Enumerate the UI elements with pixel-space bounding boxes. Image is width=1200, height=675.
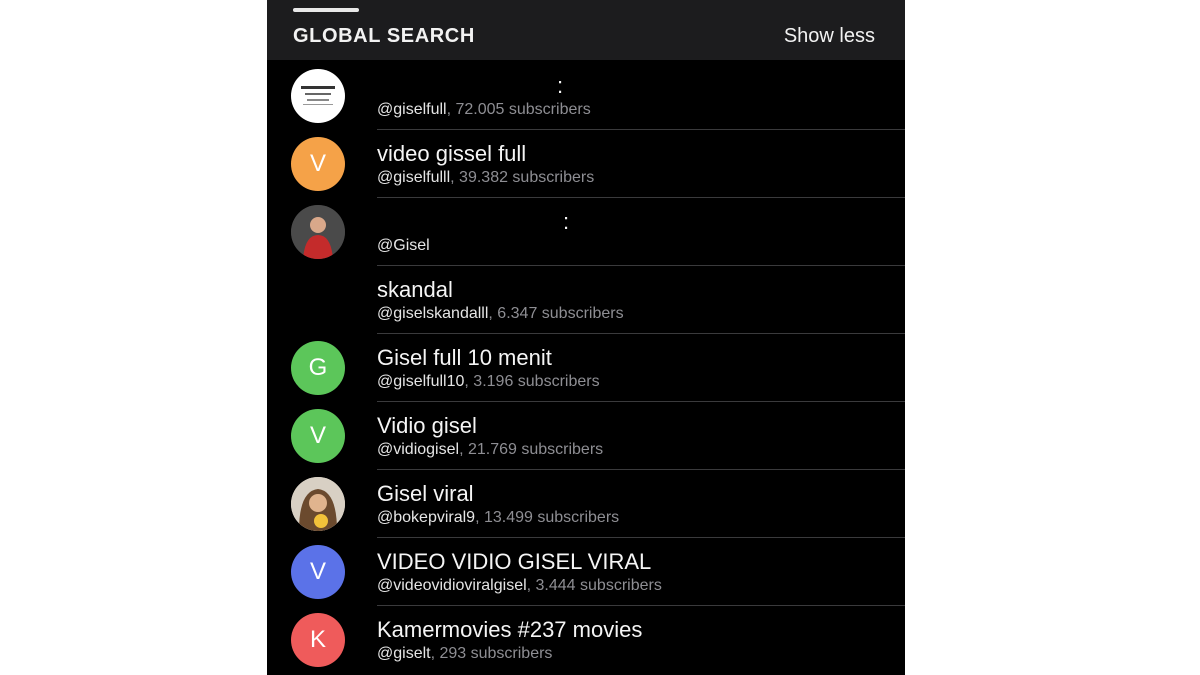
show-less-button[interactable]: Show less	[784, 25, 875, 48]
list-item[interactable]: : @Gisel	[267, 198, 905, 266]
avatar: V	[291, 409, 345, 463]
list-item[interactable]: V video gissel full @giselfulll, 39.382 …	[267, 130, 905, 198]
section-title: GLOBAL SEARCH	[293, 25, 475, 47]
avatar: G	[291, 341, 345, 395]
channel-name: :	[557, 73, 564, 98]
search-header: GLOBAL SEARCH Show less	[267, 0, 905, 60]
channel-name: skandal	[377, 277, 453, 302]
channel-name: Gisel viral	[377, 481, 474, 506]
avatar	[291, 273, 345, 327]
list-item[interactable]: G Gisel full 10 menit @giselfull10, 3.19…	[267, 334, 905, 402]
list-item[interactable]: : @giselfull, 72.005 subscribers	[267, 62, 905, 130]
avatar	[291, 477, 345, 531]
channel-meta: @giselt, 293 subscribers	[377, 645, 553, 662]
channel-meta: @vidiogisel, 21.769 subscribers	[377, 441, 604, 458]
channel-meta: @videovidioviralgisel, 3.444 subscribers	[377, 577, 662, 594]
drag-handle[interactable]	[293, 8, 359, 12]
channel-name: Kamermovies #237 movies	[377, 617, 643, 642]
channel-name: video gissel full	[377, 141, 527, 166]
list-item[interactable]: Gisel viral @bokepviral9, 13.499 subscri…	[267, 470, 905, 538]
avatar: V	[291, 137, 345, 191]
search-panel: GLOBAL SEARCH Show less : @giselfull, 72…	[267, 0, 905, 675]
channel-name: Vidio gisel	[377, 413, 477, 438]
list-item[interactable]: K Kamermovies #237 movies @giselt, 293 s…	[267, 606, 905, 674]
channel-logo-icon	[301, 86, 335, 105]
channel-meta: @giselskandalll, 6.347 subscribers	[377, 305, 624, 322]
avatar	[291, 69, 345, 123]
avatar	[291, 205, 345, 259]
channel-name: :	[563, 209, 570, 234]
list-item[interactable]: V Vidio gisel @vidiogisel, 21.769 subscr…	[267, 402, 905, 470]
list-item[interactable]: skandal @giselskandalll, 6.347 subscribe…	[267, 266, 905, 334]
avatar: V	[291, 545, 345, 599]
avatar: K	[291, 613, 345, 667]
channel-meta: @giselfulll, 39.382 subscribers	[377, 169, 595, 186]
channel-meta: @Gisel	[377, 237, 430, 254]
channel-meta: @bokepviral9, 13.499 subscribers	[377, 509, 620, 526]
channel-meta: @giselfull10, 3.196 subscribers	[377, 373, 600, 390]
profile-photo-icon	[291, 477, 345, 531]
channel-name: Gisel full 10 menit	[377, 345, 552, 370]
channel-meta: @giselfull, 72.005 subscribers	[377, 101, 591, 118]
profile-photo-icon	[291, 205, 345, 259]
results-list: : @giselfull, 72.005 subscribers V video…	[267, 62, 905, 674]
list-item[interactable]: V VIDEO VIDIO GISEL VIRAL @videovidiovir…	[267, 538, 905, 606]
channel-name: VIDEO VIDIO GISEL VIRAL	[377, 549, 652, 574]
